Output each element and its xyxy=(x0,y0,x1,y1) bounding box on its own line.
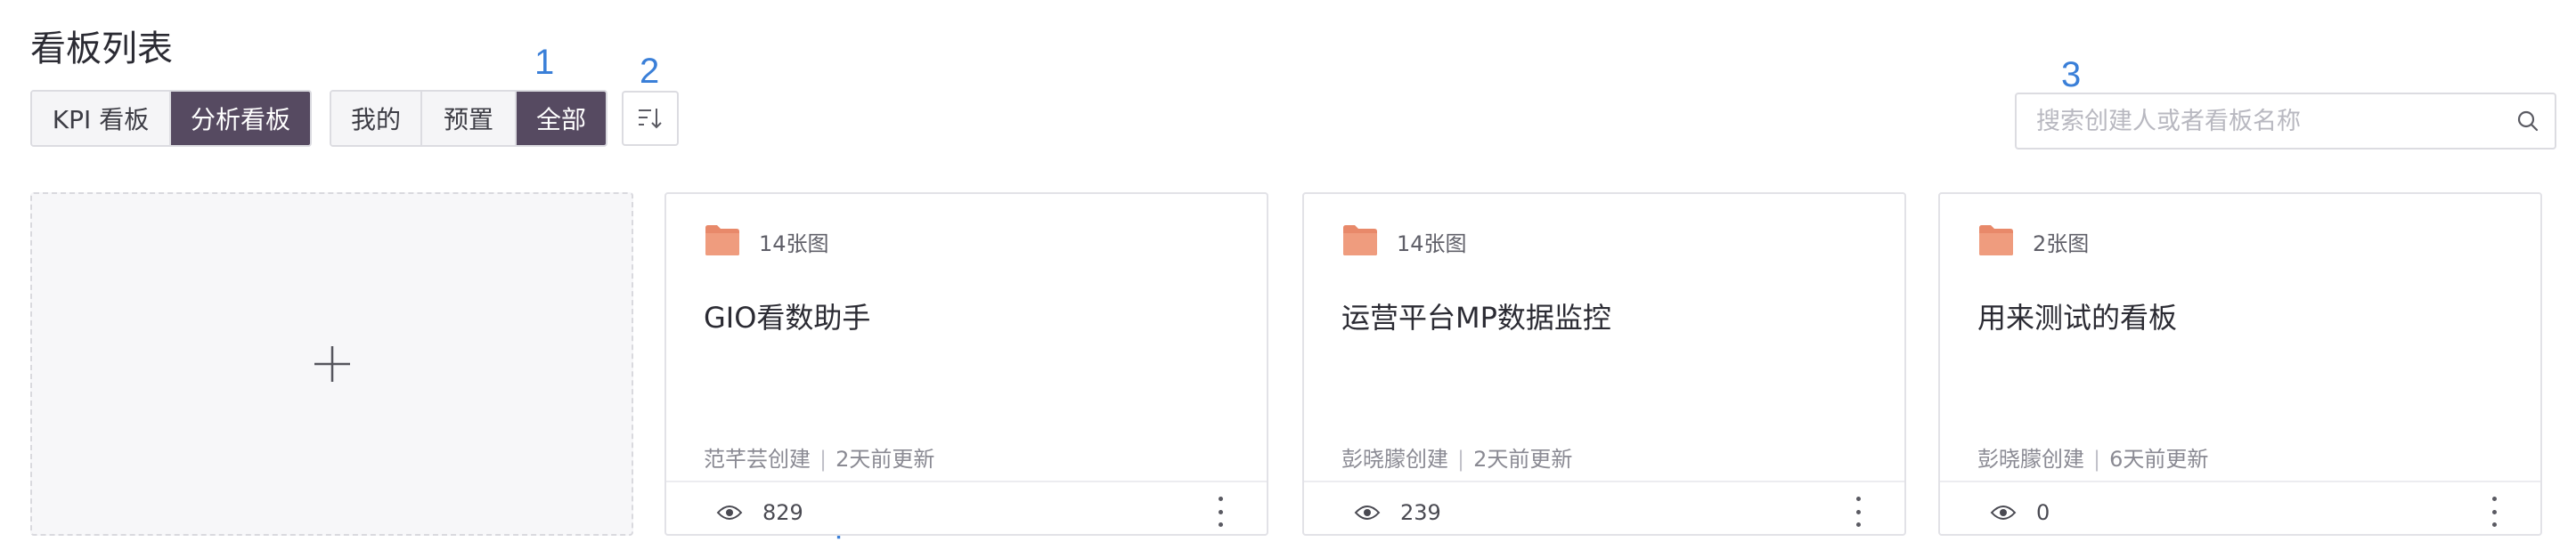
sort-descending-icon xyxy=(639,109,662,129)
tab-mine[interactable]: 我的 xyxy=(331,92,420,145)
tab-kpi-board[interactable]: KPI 看板 xyxy=(32,92,169,145)
sort-button[interactable] xyxy=(622,91,679,146)
chart-count: 14张图 xyxy=(759,231,829,256)
chart-count: 14张图 xyxy=(1397,231,1467,256)
board-title: 用来测试的看板 xyxy=(1977,301,2178,335)
annotation-marker: 2 xyxy=(640,52,660,91)
board-updated: 6天前更新 xyxy=(2109,447,2209,472)
meta-separator: | xyxy=(2093,447,2101,472)
search-box xyxy=(2015,93,2556,150)
board-card[interactable]: 2张图 用来测试的看板 彭晓朦创建 | 6天前更新 0 xyxy=(1938,192,2542,536)
folder-icon xyxy=(1979,225,2013,255)
view-count-value: 829 xyxy=(762,500,803,525)
search-input[interactable] xyxy=(2036,94,2517,148)
folder-icon xyxy=(1343,225,1377,255)
annotation-marker: 1 xyxy=(534,43,555,82)
eye-icon xyxy=(1354,506,1381,520)
search-icon[interactable] xyxy=(2515,109,2540,133)
view-count-value: 239 xyxy=(1400,500,1441,525)
eye-icon xyxy=(716,506,743,520)
more-options-icon[interactable] xyxy=(1853,497,1863,527)
card-divider xyxy=(1940,481,2540,482)
view-count: 829 xyxy=(716,500,803,525)
tab-all[interactable]: 全部 xyxy=(515,92,606,145)
card-divider xyxy=(1304,481,1904,482)
board-updated: 2天前更新 xyxy=(836,447,935,472)
meta-separator: | xyxy=(1457,447,1465,472)
plus-icon xyxy=(314,346,350,382)
board-meta: 彭晓朦创建 | 6天前更新 xyxy=(1977,441,2208,473)
board-card[interactable]: 14张图 GIO看数助手 范芊芸创建 | 2天前更新 829 xyxy=(664,192,1268,536)
board-meta: 彭晓朦创建 | 2天前更新 xyxy=(1341,441,1572,473)
meta-separator: | xyxy=(819,447,827,472)
board-creator: 彭晓朦创建 xyxy=(1977,447,2084,472)
view-count: 0 xyxy=(1990,500,2050,525)
more-options-icon[interactable] xyxy=(2489,497,2499,527)
board-card[interactable]: 14张图 运营平台MP数据监控 彭晓朦创建 | 2天前更新 239 xyxy=(1302,192,1906,536)
folder-icon xyxy=(705,225,739,255)
board-title: GIO看数助手 xyxy=(704,301,871,335)
chart-count: 2张图 xyxy=(2033,231,2090,256)
board-creator: 彭晓朦创建 xyxy=(1341,447,1448,472)
annotation-marker: 3 xyxy=(2061,55,2082,94)
board-updated: 2天前更新 xyxy=(1473,447,1573,472)
board-creator: 范芊芸创建 xyxy=(704,447,811,472)
view-count: 239 xyxy=(1354,500,1441,525)
card-divider xyxy=(666,481,1267,482)
board-type-switch: KPI 看板 分析看板 xyxy=(30,90,312,147)
page-title: 看板列表 xyxy=(30,28,173,69)
tab-preset[interactable]: 预置 xyxy=(420,92,515,145)
view-count-value: 0 xyxy=(2036,500,2050,525)
eye-icon xyxy=(1990,506,2017,520)
board-title: 运营平台MP数据监控 xyxy=(1341,301,1611,335)
new-board-card[interactable] xyxy=(30,192,633,536)
tab-analysis-board[interactable]: 分析看板 xyxy=(169,92,310,145)
board-scope-switch: 我的 预置 全部 xyxy=(330,90,607,147)
board-meta: 范芊芸创建 | 2天前更新 xyxy=(704,441,934,473)
more-options-icon[interactable] xyxy=(1215,497,1226,527)
